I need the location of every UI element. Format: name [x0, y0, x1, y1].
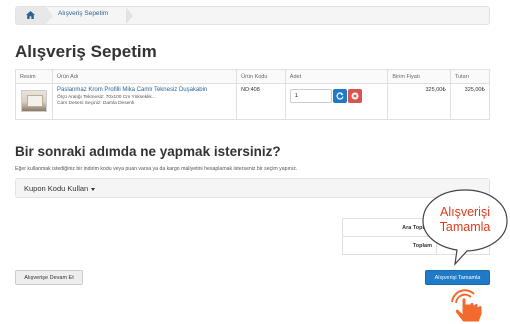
col-total-header: Tutarı [449, 69, 491, 84]
continue-shopping-button[interactable]: Alışverişe Devam Et [15, 270, 83, 285]
product-name-link[interactable]: Paslanmaz Krom Profilli Mika Camlı Tekne… [57, 87, 232, 93]
home-icon [26, 11, 35, 19]
callout-text: Alışverişi Tamamla [424, 205, 506, 235]
breadcrumb-separator [126, 7, 133, 24]
callout-line: Tamamla [439, 220, 491, 234]
product-code: ND:408 [236, 83, 286, 120]
update-quantity-button[interactable] [332, 89, 347, 103]
next-step-description: Eğer kullanmak istediğiniz bir indirim k… [15, 166, 298, 172]
col-image-header: Resim [14, 69, 54, 84]
remove-icon [351, 92, 359, 100]
refresh-icon [336, 92, 344, 100]
coupon-panel[interactable]: Kupon Kodu Kullan [15, 178, 490, 198]
cart-table: Resim Ürün Adı Ürün Kodu Adet Birim Fiya… [14, 69, 491, 120]
col-qty-header: Adet [284, 69, 389, 84]
table-row: Paslanmaz Krom Profilli Mika Camlı Tekne… [14, 83, 491, 120]
callout-line: Alışverişi [439, 205, 490, 219]
col-code-header: Ürün Kodu [236, 69, 286, 84]
product-thumbnail[interactable] [21, 90, 48, 112]
next-step-title: Bir sonraki adımda ne yapmak istersiniz? [15, 144, 281, 159]
cart-header-row: Resim Ürün Adı Ürün Kodu Adet Birim Fiya… [14, 69, 491, 84]
breadcrumb-separator [46, 7, 53, 24]
quantity-input[interactable] [289, 89, 332, 103]
caret-down-icon [91, 187, 96, 191]
remove-item-button[interactable] [347, 89, 362, 103]
coupon-label: Kupon Kodu Kullan [24, 184, 89, 193]
unit-price: 325,00₺ [387, 83, 451, 120]
page-title: Alışveriş Sepetim [15, 42, 157, 61]
breadcrumb-home[interactable] [16, 7, 46, 24]
coupon-toggle[interactable]: Kupon Kodu Kullan [24, 184, 96, 193]
checkout-button[interactable]: Alışverişi Tamamla [425, 270, 490, 285]
col-name-header: Ürün Adı [52, 69, 238, 84]
breadcrumb: Alışveriş Sepetim [15, 6, 490, 25]
product-option: Cam Deseni Seçiniz: Damla Desenli [57, 101, 135, 106]
pointer-hand-icon [451, 289, 483, 323]
breadcrumb-current[interactable]: Alışveriş Sepetim [58, 10, 108, 17]
line-total: 325,00₺ [449, 83, 491, 120]
col-price-header: Birim Fiyatı [387, 69, 451, 84]
